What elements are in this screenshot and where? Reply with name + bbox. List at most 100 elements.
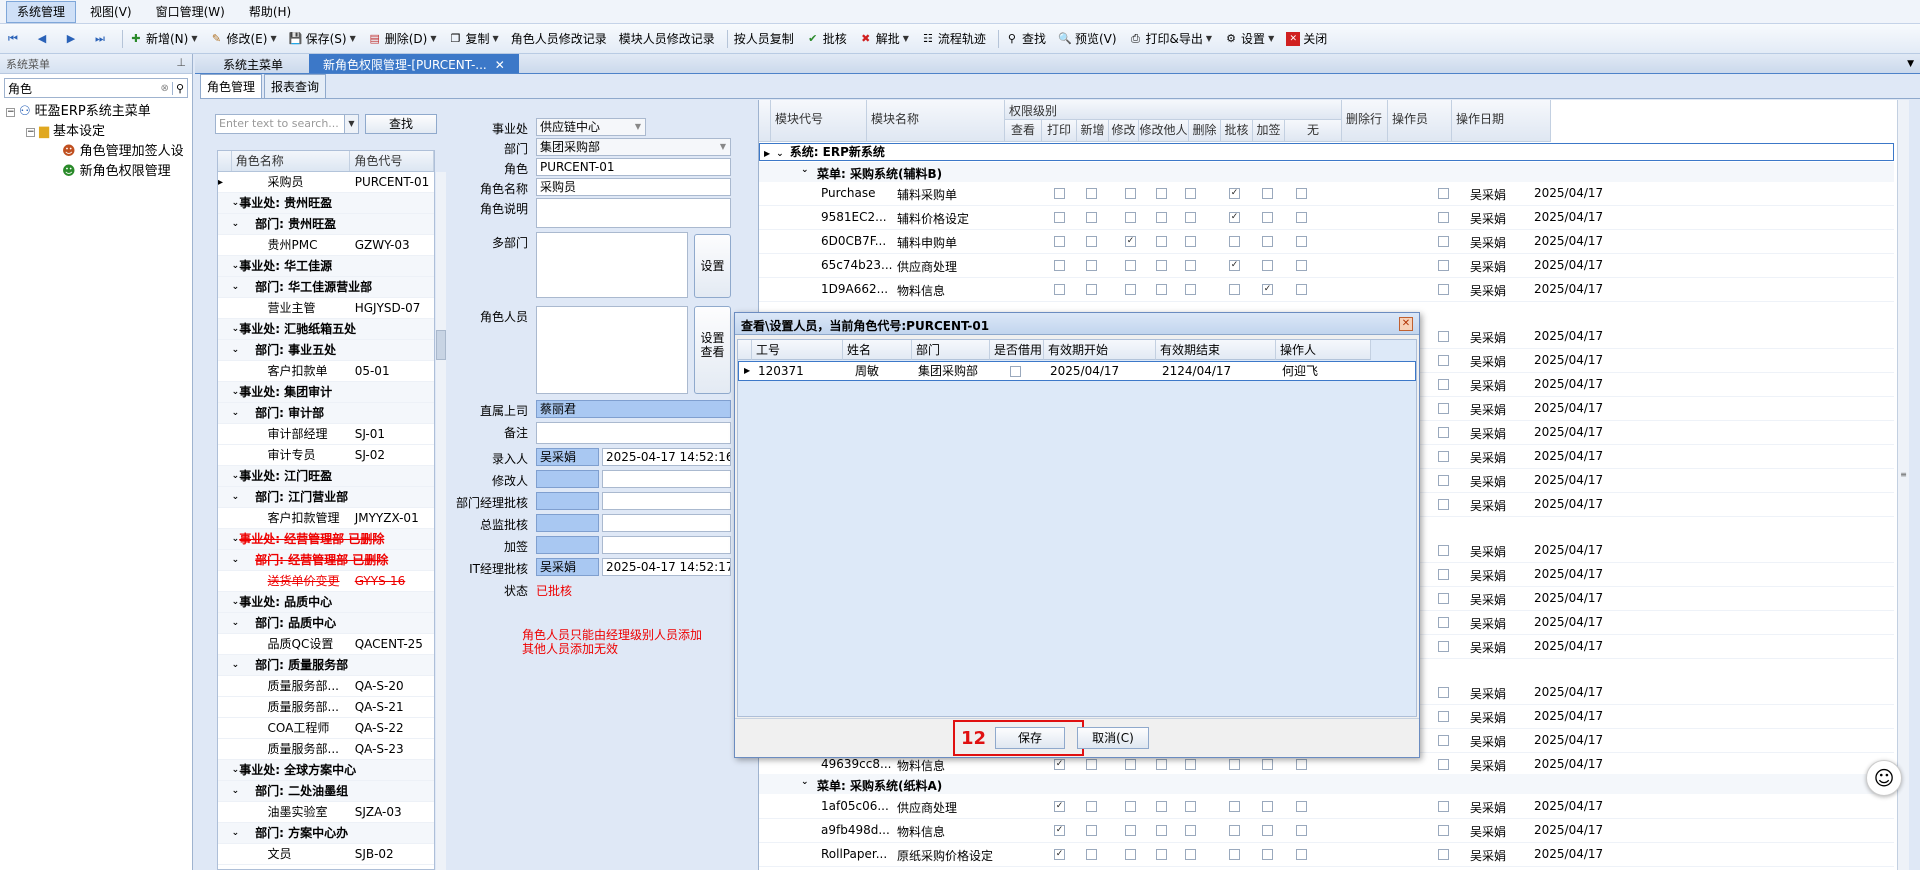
role-group-row[interactable]: ⌄ 部门: 经营管理部 已删除 — [218, 550, 434, 571]
permission-checkbox[interactable] — [1156, 801, 1167, 812]
module-log-button[interactable]: 模块人员修改记录 — [619, 30, 715, 47]
tree-folder-basic[interactable]: − ▆ 基本设定 — [0, 122, 192, 142]
collapse-icon[interactable]: ⌄ — [232, 403, 240, 423]
col-perm-0[interactable]: 查看 — [1005, 120, 1042, 142]
delete-button[interactable]: ▤ 删除(D) ▼ — [368, 30, 437, 47]
permission-checkbox[interactable] — [1229, 849, 1240, 860]
chevron-down-icon[interactable]: ▼ — [493, 34, 499, 43]
chevron-down-icon[interactable]: ▼ — [270, 34, 276, 43]
permission-scrollbar[interactable]: ≡ — [1897, 100, 1909, 870]
col-perm-4[interactable]: 修改他人 — [1139, 120, 1189, 142]
col-name[interactable]: 姓名 — [843, 340, 912, 360]
chevron-down-icon[interactable]: ▼ — [191, 34, 197, 43]
role-scrollbar[interactable] — [436, 172, 446, 870]
permission-checkbox[interactable] — [1262, 284, 1273, 295]
menu-system[interactable]: 系统管理 — [6, 0, 77, 23]
tree-item-role-countersign[interactable]: ☻ 角色管理加签人设 — [0, 142, 192, 162]
delete-row-checkbox[interactable] — [1438, 617, 1449, 628]
permission-checkbox[interactable] — [1156, 188, 1167, 199]
role-row[interactable]: 送货单价变更 GYYS-16 — [218, 571, 434, 592]
save-button[interactable]: 💾 保存(S) ▼ — [289, 30, 356, 47]
chevron-down-icon[interactable]: ▼ — [430, 34, 436, 43]
dept-select[interactable]: 集团采购部 ▼ — [536, 138, 731, 156]
role-group-row[interactable]: ⌄ 部门: 事业五处 — [218, 340, 434, 361]
role-code-field[interactable]: PURCENT-01 — [536, 158, 731, 176]
permission-row[interactable]: RollPaper... 原纸采购价格设定 吴采娟 2025/04/17 — [759, 843, 1894, 867]
permission-checkbox[interactable] — [1262, 849, 1273, 860]
col-module-code[interactable]: 模块代号 — [771, 100, 867, 142]
chevron-down-icon[interactable]: ▼ — [1268, 34, 1274, 43]
approve-button[interactable]: ✔ 批核 — [806, 30, 847, 47]
permission-row[interactable]: 6D0CB7F... 辅料申购单 吴采娟 2025/04/17 — [759, 230, 1894, 254]
collapse-icon[interactable]: ⌄ — [232, 277, 240, 297]
role-row[interactable]: ▸ 采购员 PURCENT-01 — [218, 172, 434, 193]
delete-row-checkbox[interactable] — [1438, 711, 1449, 722]
pin-icon[interactable]: ⊥ — [176, 56, 186, 71]
collapse-icon[interactable]: ⌄ — [232, 823, 240, 843]
tab-report-query[interactable]: 报表查询 — [264, 74, 327, 98]
permission-checkbox[interactable] — [1125, 284, 1136, 295]
close-icon[interactable]: ✕ — [1399, 317, 1413, 331]
permission-checkbox[interactable] — [1262, 260, 1273, 271]
role-row[interactable]: 客户扣款单 05-01 — [218, 361, 434, 382]
collapse-icon[interactable]: ⌄ — [232, 214, 240, 234]
print-button[interactable]: ⎙ 打印&导出 ▼ — [1129, 30, 1212, 47]
permission-checkbox[interactable] — [1296, 188, 1307, 199]
col-borrowed[interactable]: 是否借用 — [990, 340, 1044, 360]
delete-row-checkbox[interactable] — [1438, 475, 1449, 486]
search-icon[interactable]: ⚲ — [171, 81, 187, 95]
collapse-icon[interactable]: − — [6, 107, 15, 117]
permission-checkbox[interactable] — [1054, 260, 1065, 271]
menu-window[interactable]: 窗口管理(W) — [146, 2, 235, 22]
collapse-icon[interactable]: ⌄ — [232, 760, 240, 780]
permission-checkbox[interactable] — [1229, 188, 1240, 199]
permission-checkbox[interactable] — [1296, 212, 1307, 223]
permission-checkbox[interactable] — [1086, 849, 1097, 860]
permission-checkbox[interactable] — [1229, 825, 1240, 836]
next-record-button[interactable]: ▶ — [64, 32, 81, 46]
permission-checkbox[interactable] — [1086, 260, 1097, 271]
col-perm-8[interactable]: 无 — [1285, 120, 1342, 142]
delete-row-checkbox[interactable] — [1438, 593, 1449, 604]
chevron-down-icon[interactable]: ▼ — [631, 119, 645, 135]
tab-role-management[interactable]: 角色管理 — [200, 74, 263, 98]
col-delete-row[interactable]: 删除行 — [1342, 100, 1388, 142]
permission-checkbox[interactable] — [1054, 849, 1065, 860]
menu-search-input[interactable]: 角色 — [5, 80, 161, 97]
delete-row-checkbox[interactable] — [1438, 451, 1449, 462]
permission-checkbox[interactable] — [1229, 801, 1240, 812]
col-employee-id[interactable]: 工号 — [752, 340, 843, 360]
new-button[interactable]: ✚ 新增(N) ▼ — [129, 30, 197, 47]
delete-row-checkbox[interactable] — [1438, 355, 1449, 366]
permission-checkbox[interactable] — [1054, 284, 1065, 295]
permission-checkbox[interactable] — [1262, 188, 1273, 199]
clear-icon[interactable]: ⊗ — [161, 83, 169, 94]
col-operator[interactable]: 操作员 — [1388, 100, 1452, 142]
col-operation-date[interactable]: 操作日期 — [1452, 100, 1551, 142]
role-row[interactable]: 贵州PMC GZWY-03 — [218, 235, 434, 256]
multi-dept-list[interactable] — [536, 232, 688, 298]
permission-checkbox[interactable] — [1156, 849, 1167, 860]
permission-checkbox[interactable] — [1185, 212, 1196, 223]
role-group-row[interactable]: ⌄ 事业处: 品质中心 — [218, 592, 434, 613]
first-record-button[interactable]: ⏮ — [6, 32, 23, 46]
permission-checkbox[interactable] — [1296, 849, 1307, 860]
permission-checkbox[interactable] — [1086, 284, 1097, 295]
last-record-button[interactable]: ⏭ — [93, 32, 110, 46]
supervisor-field[interactable]: 蔡丽君 — [536, 400, 731, 418]
unapprove-button[interactable]: ✖ 解批 ▼ — [859, 30, 909, 47]
copy-button[interactable]: ❐ 复制 ▼ — [449, 30, 499, 47]
collapse-icon[interactable]: ⌄ — [801, 165, 809, 175]
permission-row[interactable]: Purchase 辅料采购单 吴采娟 2025/04/17 — [759, 182, 1894, 206]
col-valid-start[interactable]: 有效期开始 — [1044, 340, 1156, 360]
permission-checkbox[interactable] — [1054, 825, 1065, 836]
division-select[interactable]: 供应链中心 ▼ — [536, 118, 646, 136]
chevron-down-icon[interactable]: ▼ — [344, 115, 358, 133]
permission-checkbox[interactable] — [1054, 212, 1065, 223]
role-row[interactable]: 文员 SJB-02 — [218, 844, 434, 865]
permission-checkbox[interactable] — [1185, 188, 1196, 199]
tree-root[interactable]: − ⚇ 旺盈ERP系统主菜单 — [0, 102, 192, 122]
permission-checkbox[interactable] — [1262, 825, 1273, 836]
delete-row-checkbox[interactable] — [1438, 641, 1449, 652]
permission-checkbox[interactable] — [1125, 759, 1136, 770]
